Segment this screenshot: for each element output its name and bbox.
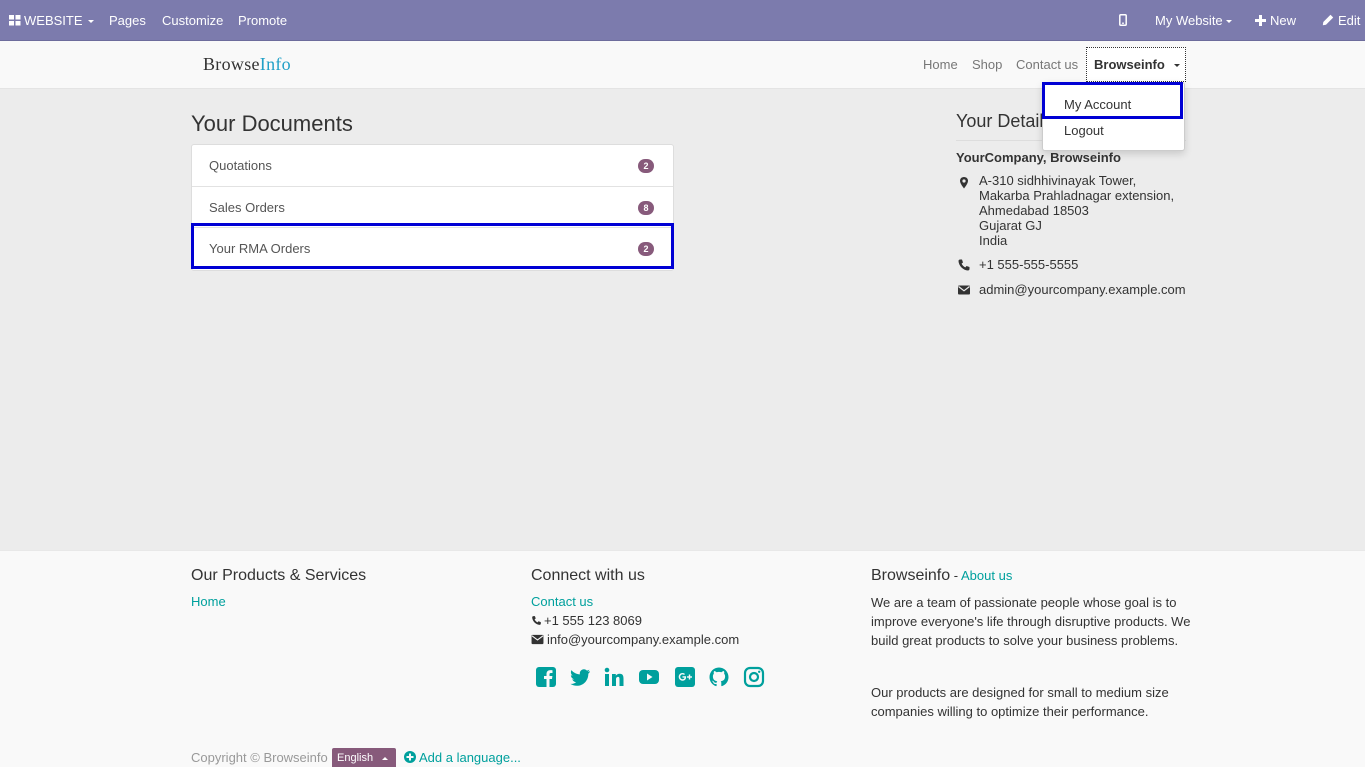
nav-home-link[interactable]: Home: [923, 41, 958, 89]
nav-shop-link[interactable]: Shop: [972, 41, 1002, 89]
language-selector[interactable]: English: [332, 748, 397, 767]
company-logo[interactable]: BrowseInfo: [203, 54, 291, 75]
edit-label: Edit: [1338, 13, 1361, 28]
logo-main-text: Browse: [203, 54, 260, 74]
admin-bar: WEBSITE Pages Customize Promote My Websi…: [0, 0, 1365, 41]
count-badge: 2: [638, 159, 654, 173]
new-button[interactable]: New: [1255, 0, 1296, 41]
google-plus-icon[interactable]: [674, 666, 696, 688]
footer-about-link[interactable]: About us: [961, 568, 1012, 583]
website-menu-label: WEBSITE: [24, 13, 83, 28]
footer-about-paragraph-2: Our products are designed for small to m…: [871, 685, 1169, 719]
my-website-menu[interactable]: My Website: [1155, 0, 1232, 41]
my-account-highlight: [1042, 82, 1183, 119]
address-line: Makarba Prahladnagar extension,: [979, 188, 1175, 203]
footer-phone: +1 555 123 8069: [531, 613, 642, 628]
twitter-icon[interactable]: [569, 666, 591, 688]
apps-grid-icon: [9, 15, 21, 26]
footer-phone-text: +1 555 123 8069: [544, 613, 642, 628]
rma-orders-highlight: [191, 223, 674, 269]
phone-icon: [958, 259, 970, 271]
user-menu-toggle[interactable]: Browseinfo: [1086, 47, 1186, 82]
pencil-icon: [1322, 14, 1334, 26]
menu-item-logout[interactable]: Logout: [1043, 118, 1184, 144]
footer-products-title: Our Products & Services: [191, 567, 367, 584]
caret-down-icon: [1225, 20, 1232, 24]
phone-icon: [532, 616, 541, 625]
doc-row-label: Sales Orders: [209, 199, 285, 215]
user-menu-label: Browseinfo: [1094, 57, 1165, 72]
caret-down-icon: [87, 20, 94, 24]
doc-row-quotations[interactable]: Quotations 2: [192, 145, 673, 187]
address-line: India: [979, 233, 1008, 248]
footer-about-separator: -: [950, 568, 961, 583]
address-line: Ahmedabad 18503: [979, 203, 1089, 218]
footer-email-text: info@yourcompany.example.com: [547, 632, 740, 647]
facebook-icon[interactable]: [535, 666, 557, 688]
footer-about-company: Browseinfo: [871, 567, 951, 584]
footer-about-paragraph-1: We are a team of passionate people whose…: [871, 595, 1191, 648]
caret-up-icon: [382, 756, 389, 760]
company-address: A-310 sidhhivinayak Tower, Makarba Prahl…: [979, 173, 1174, 248]
footer-home-link[interactable]: Home: [191, 594, 226, 609]
doc-row-sales-orders[interactable]: Sales Orders 8: [192, 187, 673, 228]
website-menu[interactable]: WEBSITE: [9, 0, 94, 41]
mobile-icon: [1119, 14, 1127, 26]
documents-title: Your Documents: [191, 111, 353, 136]
company-email: admin@yourcompany.example.com: [979, 282, 1186, 297]
plus-circle-icon: [404, 751, 416, 763]
footer-about-title: Browseinfo - About us: [871, 567, 1012, 585]
map-marker-icon: [960, 177, 968, 189]
footer-connect-title: Connect with us: [531, 567, 645, 584]
linkedin-icon[interactable]: [603, 666, 625, 688]
mobile-preview-button[interactable]: [1119, 0, 1127, 41]
copyright-text: Copyright © Browseinfo: [191, 750, 328, 765]
address-line: Gujarat GJ: [979, 218, 1042, 233]
envelope-icon: [531, 634, 544, 645]
add-language-label: Add a language...: [419, 750, 521, 765]
count-badge: 8: [638, 200, 654, 215]
instagram-icon[interactable]: [743, 666, 765, 688]
edit-button[interactable]: Edit: [1322, 0, 1360, 41]
new-label: New: [1270, 13, 1297, 28]
company-phone: +1 555-555-5555: [979, 257, 1079, 272]
my-website-label: My Website: [1155, 13, 1223, 28]
envelope-icon: [958, 285, 970, 295]
footer-contact-link[interactable]: Contact us: [531, 594, 593, 609]
language-label: English: [337, 752, 374, 764]
github-icon[interactable]: [708, 666, 730, 688]
logo-accent-text: Info: [259, 54, 291, 74]
add-language-link[interactable]: Add a language...: [404, 750, 521, 765]
company-name: YourCompany, Browseinfo: [956, 150, 1121, 165]
doc-row-label: Quotations: [209, 158, 272, 173]
footer-email: info@yourcompany.example.com: [531, 632, 739, 647]
pages-menu[interactable]: Pages: [109, 0, 146, 41]
address-line: A-310 sidhhivinayak Tower,: [979, 173, 1137, 188]
youtube-icon[interactable]: [638, 666, 660, 688]
customize-menu[interactable]: Customize: [162, 0, 223, 41]
plus-icon: [1255, 15, 1266, 26]
caret-down-icon: [1173, 64, 1180, 68]
promote-menu[interactable]: Promote: [238, 0, 287, 41]
